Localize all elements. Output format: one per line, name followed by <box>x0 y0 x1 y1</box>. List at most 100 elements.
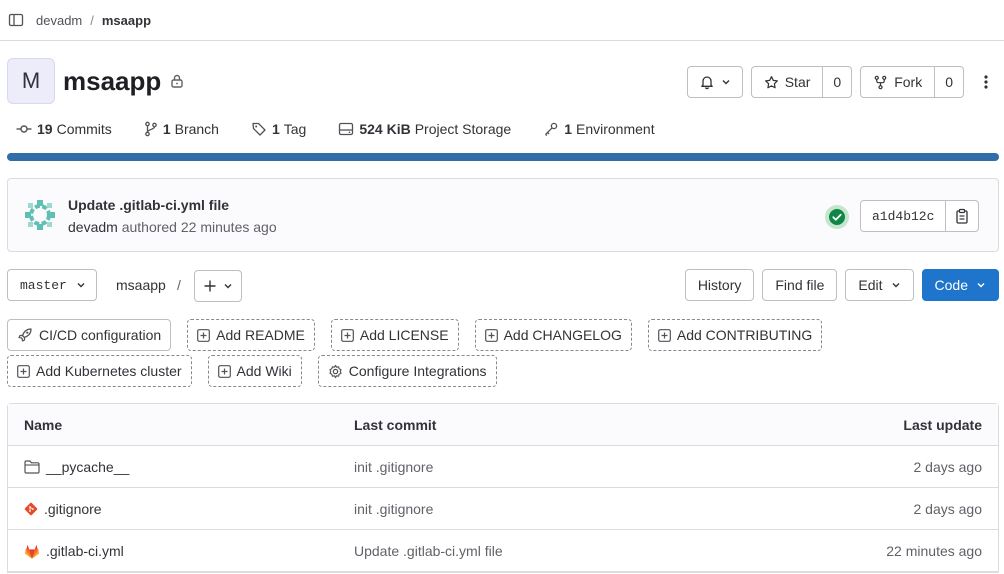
fork-button[interactable]: Fork <box>860 66 936 98</box>
stat-branches-count: 1 <box>162 121 171 137</box>
stat-environments-label: Environment <box>576 121 655 137</box>
copy-sha-button[interactable] <box>946 200 980 232</box>
add-contributing-button[interactable]: Add CONTRIBUTING <box>647 319 823 351</box>
fork-count[interactable]: 0 <box>935 66 964 98</box>
file-last-commit[interactable]: init .gitignore <box>354 501 433 517</box>
file-last-commit[interactable]: Update .gitlab-ci.yml file <box>354 543 503 559</box>
add-readme-button[interactable]: Add README <box>187 319 315 351</box>
fork-group: Fork 0 <box>860 66 964 98</box>
add-readme-label: Add README <box>216 327 305 343</box>
stat-storage[interactable]: 524 KiB Project Storage <box>338 121 511 137</box>
chevron-down-icon <box>891 280 901 290</box>
stat-commits[interactable]: 19 Commits <box>16 121 112 137</box>
chevron-down-icon <box>76 280 86 290</box>
storage-icon <box>338 121 359 137</box>
author-avatar-icon[interactable] <box>24 199 56 231</box>
project-title: msaapp <box>63 65 162 96</box>
stat-storage-label: Project Storage <box>414 121 512 137</box>
file-name-cell[interactable]: .gitlab-ci.yml <box>24 543 124 559</box>
stat-branches-label: Branch <box>174 121 219 137</box>
stat-environments-count: 1 <box>564 121 572 137</box>
header-last-commit: Last commit <box>354 417 437 433</box>
table-row[interactable]: .gitignore init .gitignore 2 days ago <box>8 488 998 530</box>
code-dropdown[interactable]: Code <box>921 269 999 301</box>
configure-integrations-label: Configure Integrations <box>348 363 487 379</box>
header-last-update: Last update <box>903 417 982 433</box>
git-icon <box>24 502 38 516</box>
add-kubernetes-cluster-button[interactable]: Add Kubernetes cluster <box>7 355 192 387</box>
plus-icon <box>203 279 217 293</box>
add-changelog-button[interactable]: Add CHANGELOG <box>474 319 632 351</box>
add-wiki-button[interactable]: Add Wiki <box>207 355 302 387</box>
commit-icon <box>16 121 37 137</box>
repo-path-separator: / <box>177 277 181 293</box>
notification-dropdown[interactable] <box>686 66 743 98</box>
file-last-update: 22 minutes ago <box>886 543 982 559</box>
file-last-update: 2 days ago <box>913 459 983 475</box>
gitlab-icon <box>24 544 40 559</box>
add-license-label: Add LICENSE <box>359 327 449 343</box>
find-file-button[interactable]: Find file <box>762 269 838 301</box>
language-bar-fill <box>7 153 999 161</box>
breadcrumb-separator: / <box>90 12 94 28</box>
plus-square-icon <box>217 364 231 378</box>
project-avatar[interactable]: M <box>7 58 55 104</box>
commit-sha[interactable]: a1d4b12c <box>860 200 947 232</box>
last-commit-panel: Update .gitlab-ci.yml file devadm author… <box>7 178 999 252</box>
plus-square-icon <box>197 328 211 342</box>
stat-tags-count: 1 <box>271 121 280 137</box>
project-header: M msaapp <box>7 58 184 104</box>
history-button[interactable]: History <box>684 269 755 301</box>
settings-icon <box>328 364 343 379</box>
table-row[interactable]: .gitlab-ci.yml Update .gitlab-ci.yml fil… <box>8 530 998 572</box>
sidebar-toggle-icon[interactable] <box>8 12 24 28</box>
add-to-tree-dropdown[interactable] <box>194 270 242 302</box>
more-actions-icon[interactable] <box>972 66 1000 98</box>
repo-actions: History Find file Edit Code <box>684 269 999 301</box>
breadcrumb-current[interactable]: msaapp <box>102 13 151 28</box>
stat-commits-count: 19 <box>37 121 53 137</box>
branch-icon <box>144 121 163 137</box>
stat-environments[interactable]: 1 Environment <box>543 121 655 137</box>
chevron-down-icon <box>721 77 731 87</box>
bell-icon <box>699 74 715 90</box>
commit-sha-group: a1d4b12c <box>860 200 980 232</box>
code-label: Code <box>934 277 968 293</box>
configure-integrations-button[interactable]: Configure Integrations <box>317 355 497 387</box>
add-contributing-label: Add CONTRIBUTING <box>676 327 813 343</box>
tag-icon <box>251 121 272 137</box>
stat-tags[interactable]: 1 Tag <box>251 121 306 137</box>
folder-icon <box>24 460 40 474</box>
cicd-configuration-button[interactable]: CI/CD configuration <box>7 319 172 351</box>
plus-square-icon <box>340 328 354 342</box>
pipeline-passed-icon[interactable] <box>824 204 850 230</box>
stat-tags-label: Tag <box>283 121 307 137</box>
file-name-cell[interactable]: .gitignore <box>24 501 102 517</box>
star-button[interactable]: Star <box>750 66 824 98</box>
file-name-cell[interactable]: __pycache__ <box>24 459 129 475</box>
star-count[interactable]: 0 <box>823 66 853 98</box>
top-bar: devadm / msaapp <box>0 0 1004 41</box>
file-table: Name Last commit Last update __pycache__… <box>7 403 999 573</box>
stat-branches[interactable]: 1 Branch <box>144 121 219 137</box>
commit-author[interactable]: devadm <box>68 219 118 235</box>
file-name: .gitignore <box>44 501 102 517</box>
edit-label: Edit <box>858 277 883 293</box>
repository-language-bar <box>7 153 999 161</box>
star-label: Star <box>784 74 811 90</box>
table-row[interactable]: __pycache__ init .gitignore 2 days ago <box>8 446 998 488</box>
edit-dropdown[interactable]: Edit <box>845 269 914 301</box>
add-license-button[interactable]: Add LICENSE <box>330 319 459 351</box>
commit-title[interactable]: Update .gitlab-ci.yml file <box>68 197 229 213</box>
fork-label: Fork <box>894 74 923 90</box>
repo-path-root[interactable]: msaapp <box>116 277 166 293</box>
lock-icon <box>170 73 184 89</box>
project-stats: 19 Commits 1 Branch 1 Tag 524 KiB Projec… <box>16 121 687 137</box>
header-name: Name <box>24 417 63 433</box>
branch-selector[interactable]: master <box>7 269 97 301</box>
breadcrumb-parent[interactable]: devadm <box>36 13 82 28</box>
file-last-commit[interactable]: init .gitignore <box>354 459 433 475</box>
add-wiki-label: Add Wiki <box>236 363 292 379</box>
rocket-icon <box>17 327 33 343</box>
cicd-configuration-label: CI/CD configuration <box>39 327 162 343</box>
